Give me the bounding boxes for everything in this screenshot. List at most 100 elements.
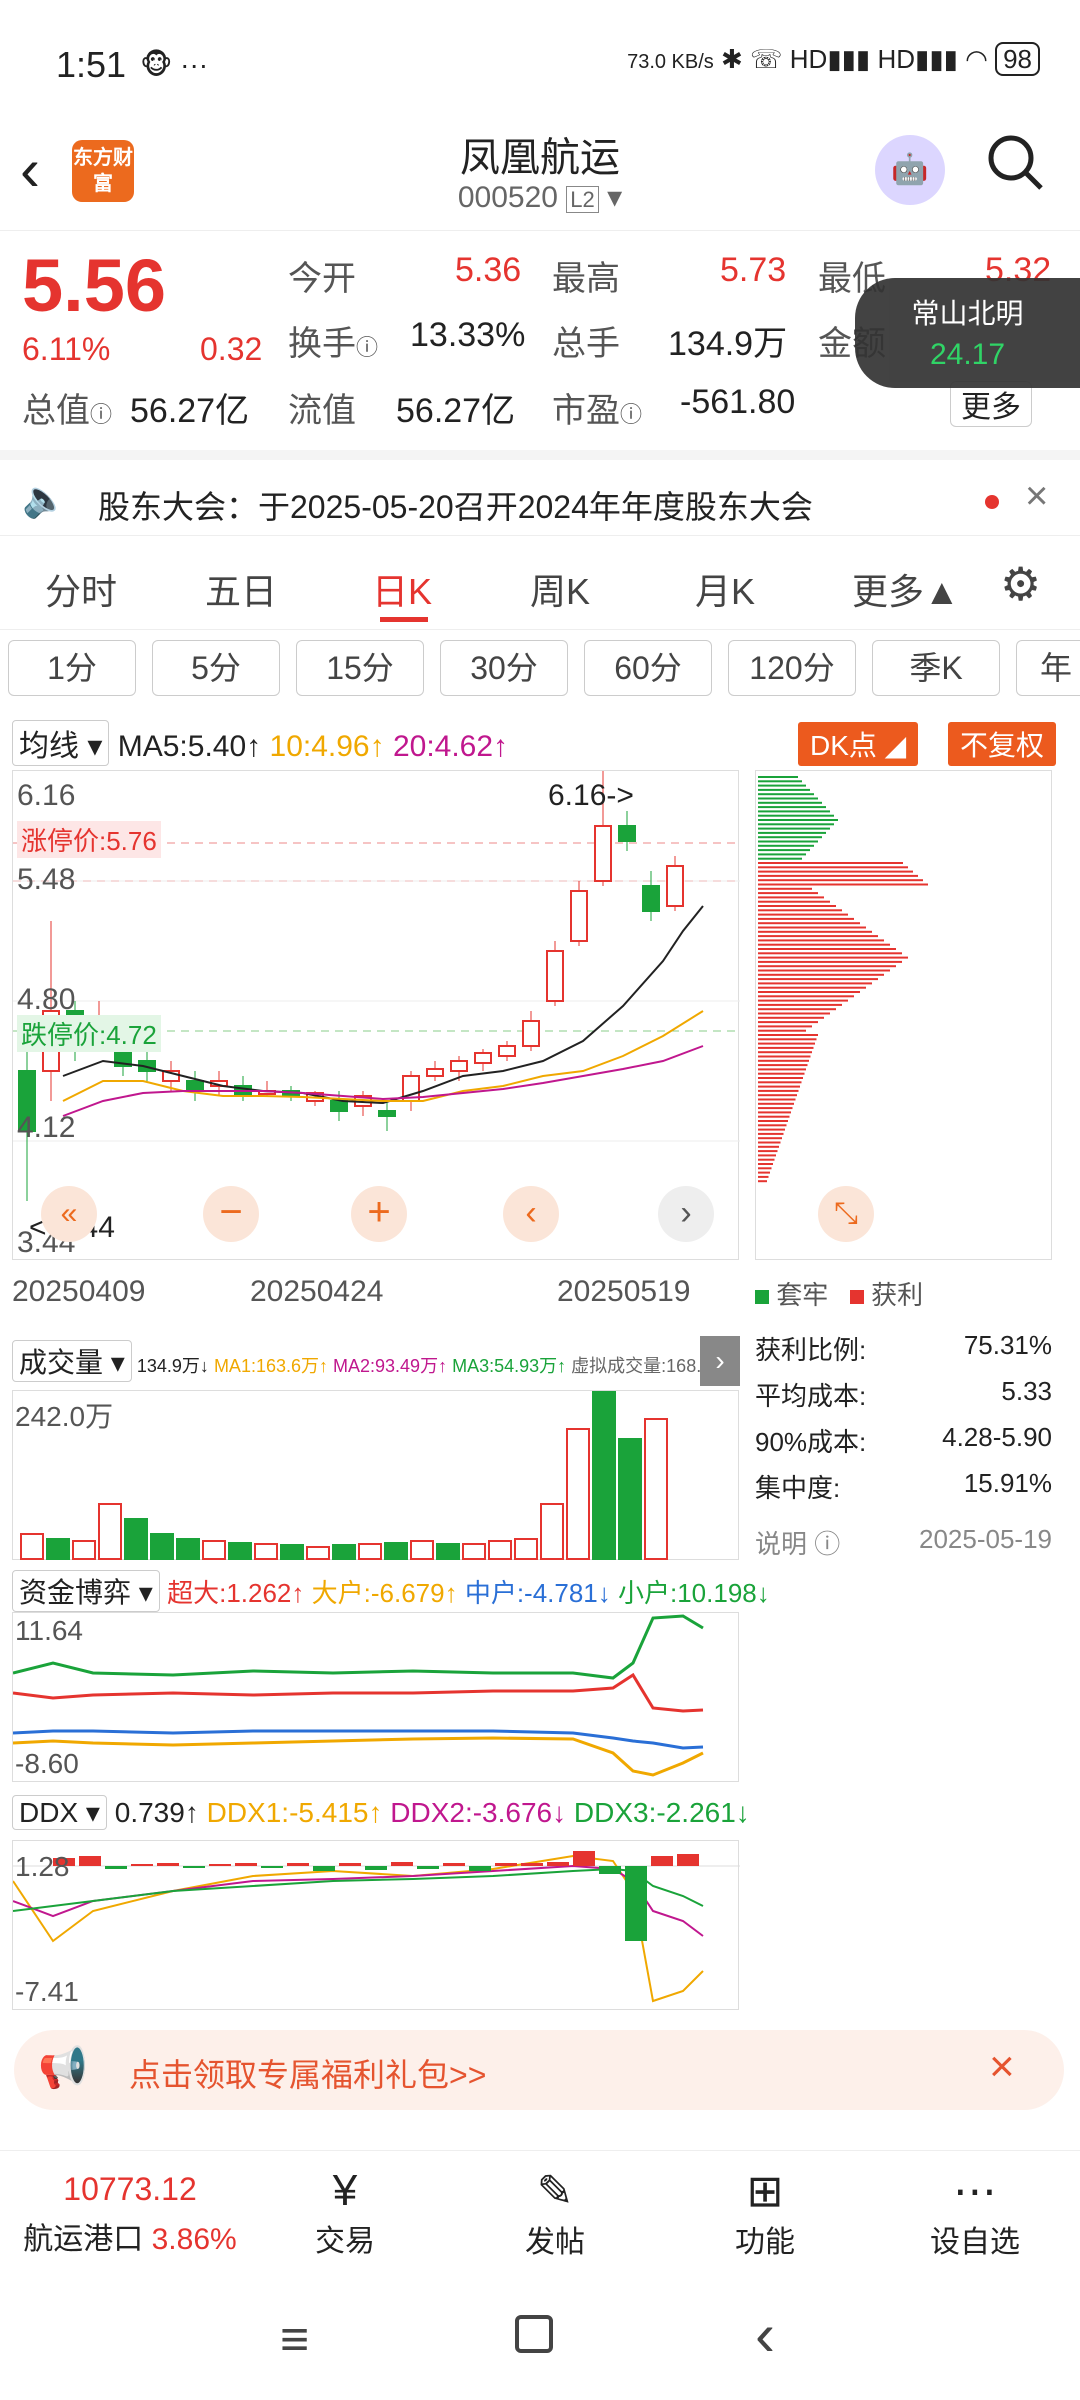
chip-bar: [758, 896, 824, 899]
period-30m[interactable]: 30分: [440, 640, 568, 696]
tab-more[interactable]: 更多▲: [852, 563, 960, 615]
chip-note-button[interactable]: 说明 ⓘ: [755, 1529, 840, 1559]
period-5m[interactable]: 5分: [152, 640, 280, 696]
period-120m[interactable]: 120分: [728, 640, 856, 696]
volume-bar: [98, 1503, 122, 1560]
chip-bar: [758, 991, 860, 993]
function-button[interactable]: ⊞ 功能: [715, 2166, 815, 2261]
promo-close-icon[interactable]: ×: [989, 2042, 1015, 2092]
tab-five-day[interactable]: 五日: [205, 563, 277, 615]
chip-bar: [758, 943, 890, 946]
volume-bar: [644, 1418, 668, 1560]
dk-point-button[interactable]: DK点 ◢: [798, 722, 919, 766]
chip-stats: 获利比例: 75.31% 平均成本: 5.33 90%成本: 4.28-5.90 集中…: [755, 1330, 1052, 1570]
ddx-scale-bottom: -7.41: [15, 1976, 79, 2007]
back-nav-icon[interactable]: ‹: [755, 2300, 775, 2369]
adjust-toggle-button[interactable]: 不复权: [948, 722, 1057, 766]
expand-icon[interactable]: ⤡: [818, 1186, 874, 1242]
floating-stock-price: 24.17: [929, 338, 1006, 371]
status-icons: 73.0 KB/s ✱ ☏ HD▮▮▮ HD▮▮▮ ◠ 98: [627, 42, 1040, 76]
tab-daily-k[interactable]: 日K: [372, 563, 432, 615]
chip-bar: [758, 1120, 788, 1122]
unread-dot: [985, 495, 999, 509]
period-year[interactable]: 年: [1016, 640, 1080, 696]
chip-bar: [758, 930, 872, 933]
chip-bar: [758, 1068, 806, 1071]
volume-select[interactable]: 成交量 ▾: [12, 1340, 132, 1382]
tab-weekly-k[interactable]: 周K: [530, 563, 590, 615]
chip-bar: [758, 857, 802, 860]
period-quarter[interactable]: 季K: [872, 640, 1000, 696]
home-icon[interactable]: [515, 2315, 553, 2353]
prev-button[interactable]: ‹: [503, 1186, 559, 1242]
trade-icon: ¥: [332, 2166, 358, 2215]
period-15m[interactable]: 15分: [296, 640, 424, 696]
chip-bar: [758, 1107, 793, 1110]
candle-body: [378, 1110, 396, 1117]
candle-body: [594, 825, 612, 882]
chip-bar: [758, 1124, 787, 1127]
menu-icon[interactable]: ≡: [280, 2310, 309, 2368]
fund-large: 大户:-6.679↑: [311, 1578, 458, 1608]
volume-bar: [20, 1533, 44, 1560]
volume-bar: [176, 1538, 200, 1560]
volume-bar: [592, 1388, 616, 1560]
ddx-bar: [495, 1863, 517, 1866]
chip-bar: [758, 849, 810, 852]
settings-gear-icon[interactable]: ⚙: [1000, 557, 1041, 611]
post-label: 发帖: [525, 2226, 585, 2259]
kline-chart[interactable]: 6.16 涨停价:5.76 5.48 4.80 跌停价:4.72 4.12 3.…: [12, 770, 740, 1260]
level-badge[interactable]: L2: [566, 186, 599, 213]
ddx-legend: DDX ▾ 0.739↑ DDX1:-5.415↑ DDX2:-3.676↓ D…: [12, 1795, 750, 1830]
ddx-bar: [261, 1866, 283, 1868]
sector-index[interactable]: 10773.12 航运港口 3.86%: [10, 2171, 250, 2258]
search-icon[interactable]: [985, 132, 1047, 194]
ddx-bar: [417, 1866, 439, 1869]
robot-avatar[interactable]: 🤖: [875, 135, 945, 205]
next-button[interactable]: ›: [658, 1186, 714, 1242]
ma10-value: 10:4.96↑: [269, 730, 385, 763]
add-favorite-button[interactable]: ⋯ 设自选: [920, 2166, 1030, 2261]
avg-cost-value: 5.33: [1001, 1376, 1052, 1406]
tab-intraday[interactable]: 分时: [45, 563, 117, 615]
scroll-left-button[interactable]: «: [41, 1186, 97, 1242]
ddx-bar: [105, 1866, 127, 1869]
close-icon[interactable]: ×: [1025, 474, 1048, 519]
floating-stock-tile[interactable]: 常山北明 24.17: [855, 278, 1080, 388]
chip-bar: [758, 887, 812, 890]
trade-button[interactable]: ¥ 交易: [295, 2166, 395, 2260]
fund-select[interactable]: 资金博弈 ▾: [12, 1570, 160, 1612]
period-1m[interactable]: 1分: [8, 640, 136, 696]
zoom-out-button[interactable]: −: [203, 1186, 259, 1242]
collapse-arrow-button[interactable]: ›: [700, 1336, 740, 1386]
promo-banner[interactable]: 📢 点击领取专属福利礼包>> ×: [14, 2030, 1064, 2110]
chip-bar: [758, 1145, 779, 1148]
fund-medium: 中户:-4.781↓: [464, 1578, 611, 1608]
chip-bar: [758, 883, 928, 886]
notice-bar[interactable]: 🔈 股东大会：于2025-05-20召开2024年年度股东大会 ×: [0, 450, 1080, 536]
zoom-in-button[interactable]: +: [351, 1186, 407, 1242]
float-value-label: 流值: [288, 392, 356, 430]
period-60m[interactable]: 60分: [584, 640, 712, 696]
fund-super: 超大:1.262↑: [167, 1578, 305, 1608]
ddx-bar: [677, 1854, 699, 1866]
indicator-select[interactable]: 均线 ▾: [12, 720, 110, 766]
chip-bar: [758, 1171, 770, 1174]
ddx-select[interactable]: DDX ▾: [12, 1795, 107, 1830]
ddx-bar: [391, 1862, 413, 1866]
function-label: 功能: [735, 2226, 795, 2259]
tab-monthly-k[interactable]: 月K: [695, 563, 755, 615]
notice-text: 股东大会：于2025-05-20召开2024年年度股东大会: [98, 489, 813, 525]
date-tick-3: 20250519: [557, 1275, 691, 1308]
chip-bar: [758, 831, 826, 834]
post-button[interactable]: ✎ 发帖: [505, 2166, 605, 2261]
volume-bar: [72, 1540, 96, 1560]
limit-up-label: 涨停价:5.76: [17, 821, 161, 858]
chip-bar: [758, 1141, 781, 1144]
chart-tabs: 分时 五日 日K 周K 月K 更多▲ ⚙: [0, 545, 1080, 630]
chip-bar: [758, 870, 913, 873]
ddx-bar: [79, 1856, 101, 1866]
volume-now: 134.9万↓: [136, 1356, 209, 1376]
megaphone-icon: 📢: [38, 2046, 88, 2090]
stock-code: 000520: [457, 181, 558, 214]
